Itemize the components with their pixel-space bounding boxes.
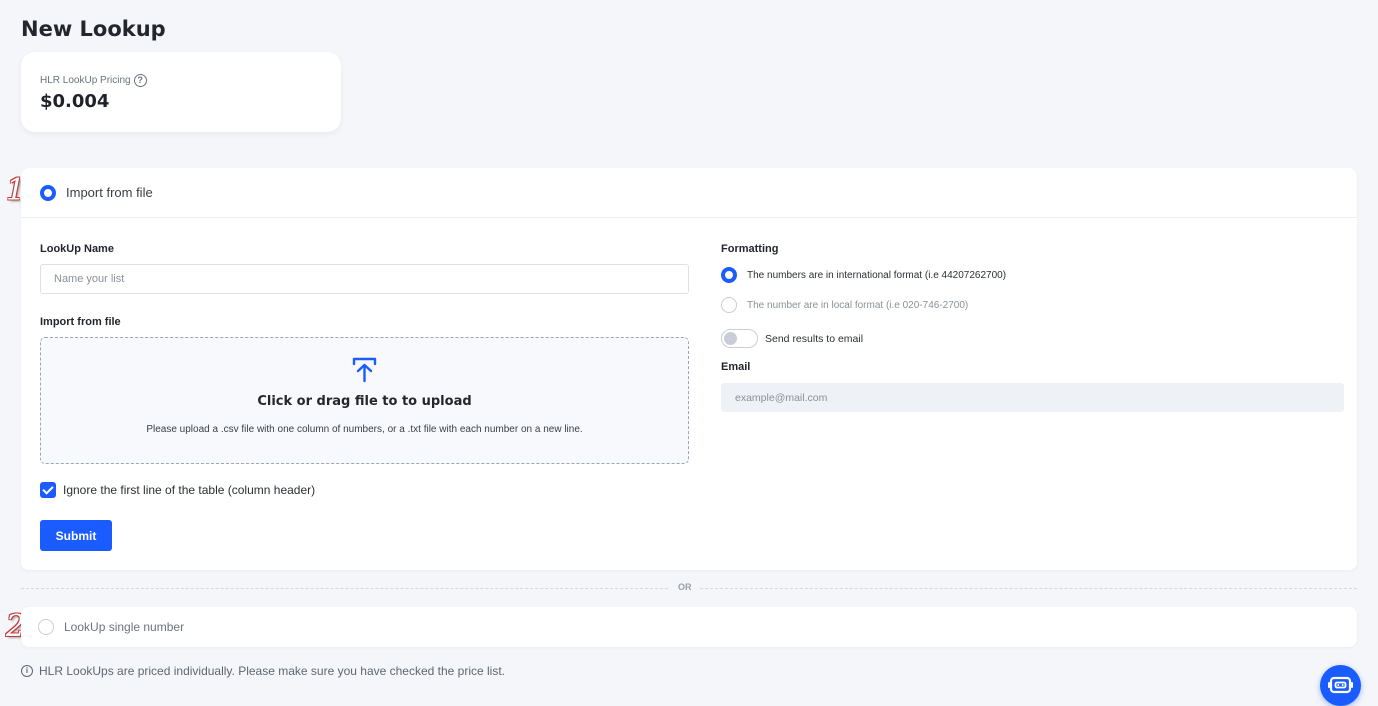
chat-bot-button[interactable] <box>1320 665 1361 706</box>
chat-bot-icon <box>1320 676 1361 706</box>
pricing-card: HLR LookUp Pricing ? $0.004 <box>21 52 341 132</box>
ignore-header-checkbox[interactable] <box>40 482 56 498</box>
local-format-label: The number are in local format (i.e 020-… <box>747 299 969 311</box>
lookup-name-label: LookUp Name <box>40 243 114 255</box>
dropzone-title: Click or drag file to to upload <box>257 394 472 409</box>
info-icon: i <box>21 665 33 677</box>
or-divider-label: OR <box>670 582 700 592</box>
ignore-header-row[interactable]: Ignore the first line of the table (colu… <box>40 482 315 498</box>
page-title: New Lookup <box>21 17 166 41</box>
ignore-header-label: Ignore the first line of the table (colu… <box>63 483 316 497</box>
pricing-note-text: HLR LookUps are priced individually. Ple… <box>39 664 506 678</box>
international-format-radio[interactable] <box>721 267 737 283</box>
pricing-note: i HLR LookUps are priced individually. P… <box>21 664 505 678</box>
formatting-label: Formatting <box>721 243 779 255</box>
pricing-label: HLR LookUp Pricing <box>40 75 131 86</box>
lookup-name-input[interactable] <box>40 264 689 294</box>
pricing-value: $0.004 <box>40 91 110 112</box>
upload-icon <box>352 357 377 388</box>
import-from-file-option[interactable]: Import from file <box>21 168 1357 218</box>
send-email-row[interactable]: Send results to email <box>721 329 863 348</box>
single-number-radio[interactable] <box>38 619 54 635</box>
submit-button[interactable]: Submit <box>40 520 112 551</box>
file-dropzone[interactable]: Click or drag file to to upload Please u… <box>40 337 689 464</box>
single-number-option[interactable]: LookUp single number <box>21 607 1357 647</box>
import-file-label: Import from file <box>40 316 121 328</box>
email-label: Email <box>721 361 751 373</box>
help-circle-icon[interactable]: ? <box>133 74 147 87</box>
single-number-option-label: LookUp single number <box>64 620 185 634</box>
local-format-radio[interactable] <box>721 297 737 313</box>
import-from-file-card: Import from file LookUp Name Import from… <box>21 168 1357 570</box>
import-from-file-option-label: Import from file <box>66 185 153 200</box>
international-format-label: The numbers are in international format … <box>747 269 1007 281</box>
pricing-label-row: HLR LookUp Pricing ? <box>40 74 147 87</box>
dropzone-hint: Please upload a .csv file with one colum… <box>146 424 583 435</box>
send-email-label: Send results to email <box>765 332 864 345</box>
single-number-card: LookUp single number <box>21 607 1357 647</box>
international-format-option[interactable]: The numbers are in international format … <box>721 267 1006 283</box>
local-format-option[interactable]: The number are in local format (i.e 020-… <box>721 297 968 313</box>
email-input[interactable] <box>721 383 1344 412</box>
send-email-toggle[interactable] <box>721 329 758 348</box>
import-from-file-radio[interactable] <box>40 184 56 201</box>
